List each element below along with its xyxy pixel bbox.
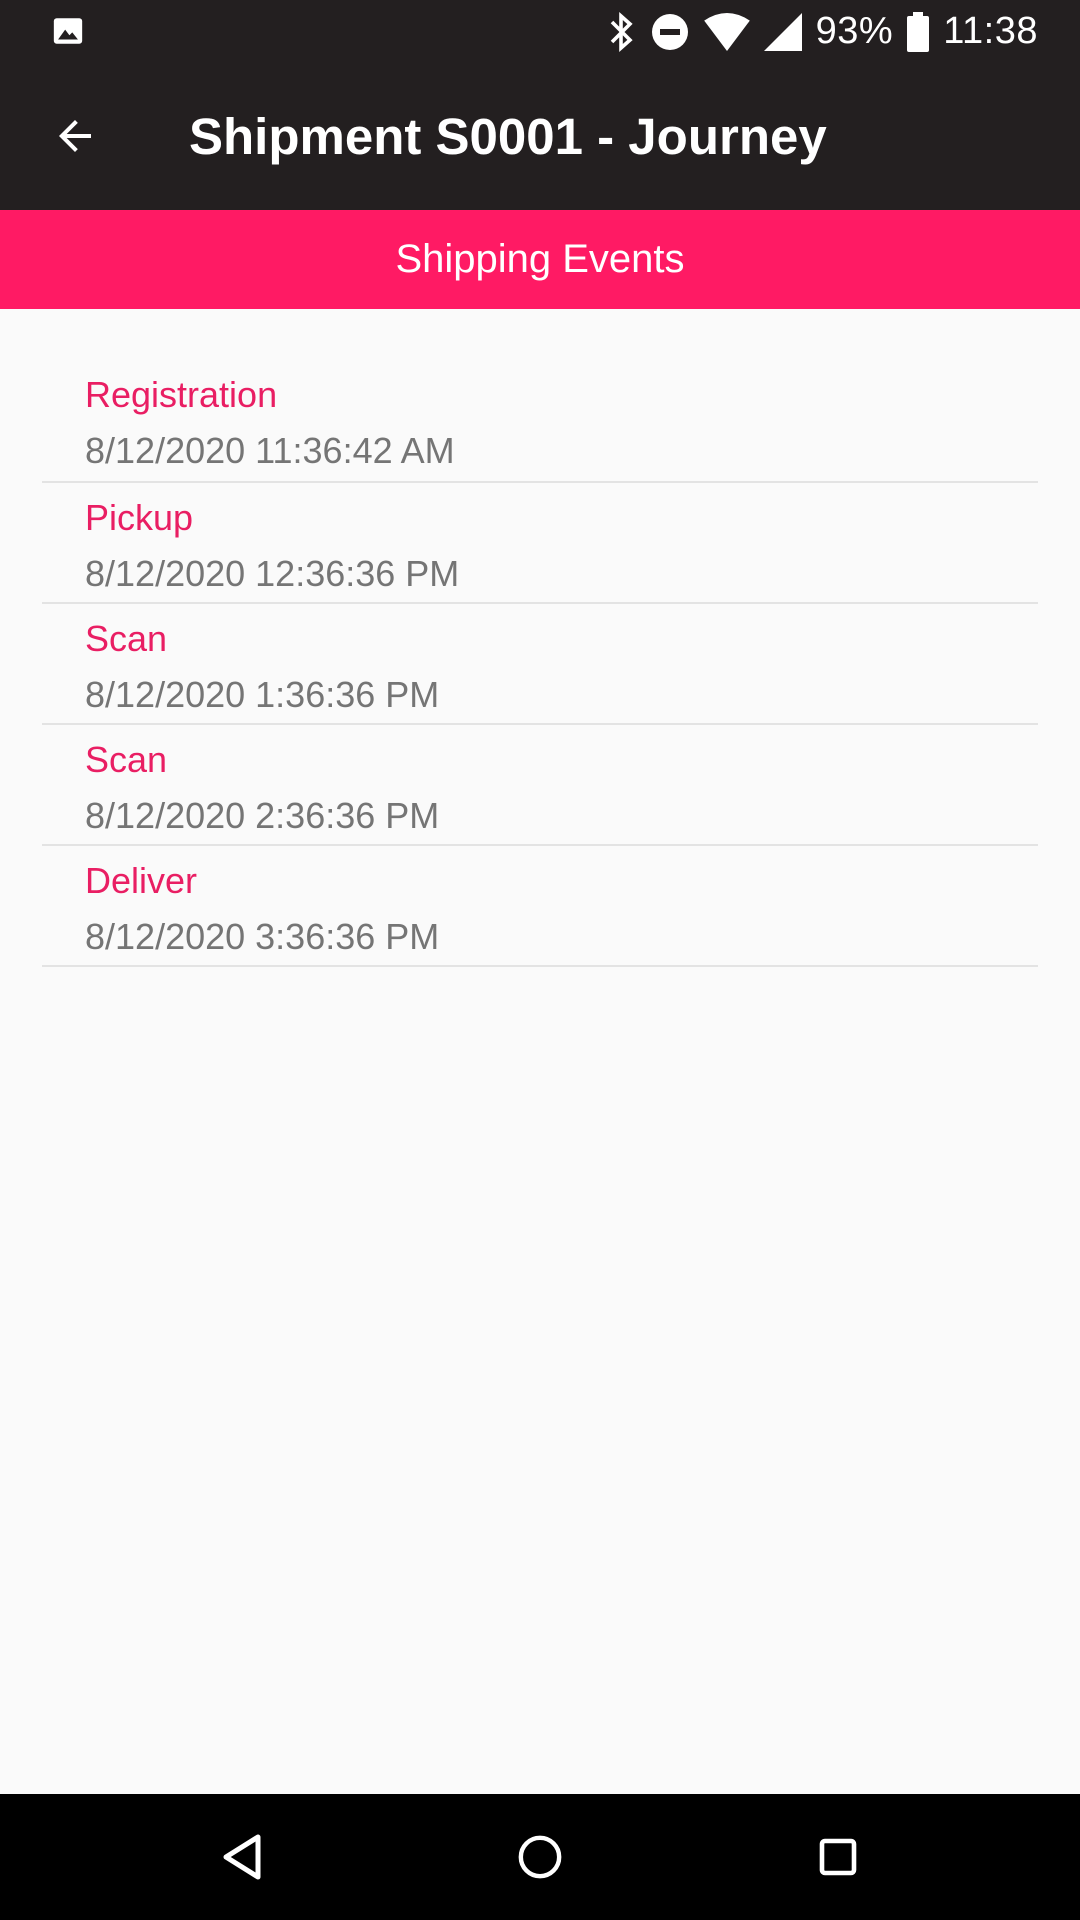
event-time: 8/12/2020 3:36:36 PM — [85, 916, 440, 957]
event-name: Deliver — [85, 860, 198, 901]
event-time: 8/12/2020 2:36:36 PM — [85, 795, 440, 836]
clock: 11:38 — [943, 10, 1038, 52]
event-name: Scan — [85, 618, 168, 659]
event-name: Pickup — [85, 497, 194, 538]
status-icons: 93% 11:38 — [608, 0, 1038, 63]
back-button[interactable] — [30, 91, 120, 181]
battery-percent: 93% — [815, 10, 894, 52]
arrow-back-icon — [59, 120, 91, 152]
nav-recents-button[interactable] — [808, 1827, 868, 1887]
list-item[interactable]: Registration 8/12/2020 11:36:42 AM — [42, 360, 1038, 483]
event-name: Scan — [85, 739, 168, 780]
bluetooth-icon — [610, 11, 633, 52]
list-item[interactable]: Scan 8/12/2020 1:36:36 PM — [42, 604, 1038, 725]
cellular-signal-icon — [763, 12, 802, 51]
list-item[interactable]: Scan 8/12/2020 2:36:36 PM — [42, 725, 1038, 846]
events-list: Registration 8/12/2020 11:36:42 AM Picku… — [42, 360, 1038, 967]
battery-icon — [907, 11, 930, 52]
tab-shipping-events[interactable]: Shipping Events — [0, 210, 1080, 309]
image-icon — [53, 18, 83, 44]
system-nav-bar — [0, 1794, 1080, 1920]
wifi-icon — [703, 12, 750, 51]
list-item[interactable]: Deliver 8/12/2020 3:36:36 PM — [42, 846, 1038, 967]
page-title: Shipment S0001 - Journey — [189, 108, 827, 165]
nav-home-button[interactable] — [510, 1827, 570, 1887]
event-name: Registration — [85, 374, 278, 415]
event-time: 8/12/2020 12:36:36 PM — [85, 553, 460, 594]
app-bar: Shipment S0001 - Journey — [0, 63, 1080, 210]
home-circle-icon — [518, 1835, 562, 1879]
recents-square-icon — [819, 1838, 857, 1876]
event-time: 8/12/2020 11:36:42 AM — [85, 430, 455, 471]
status-bar: 93% 11:38 — [0, 0, 1080, 63]
back-triangle-icon — [223, 1834, 261, 1880]
list-item[interactable]: Pickup 8/12/2020 12:36:36 PM — [42, 483, 1038, 604]
event-time: 8/12/2020 1:36:36 PM — [85, 674, 440, 715]
nav-back-button[interactable] — [212, 1827, 272, 1887]
do-not-disturb-icon — [651, 13, 688, 50]
